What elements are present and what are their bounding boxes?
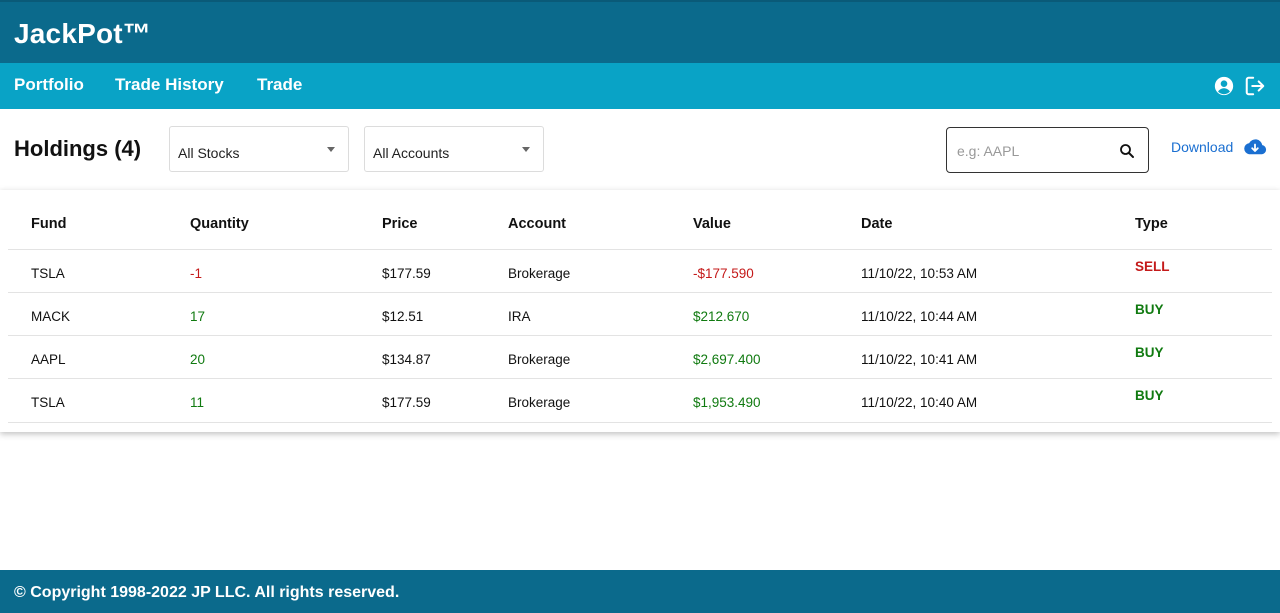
fund-cell: AAPL xyxy=(31,352,66,367)
table-row: TSLA -1 $177.59 Brokerage -$177.590 11/1… xyxy=(8,250,1272,293)
quantity-cell: 17 xyxy=(190,309,206,324)
accounts-filter-value: All Accounts xyxy=(373,145,450,161)
caret-down-icon xyxy=(522,147,530,152)
download-button[interactable]: Download xyxy=(1171,139,1267,155)
type-badge: SELL xyxy=(1135,259,1170,274)
holdings-table: Fund Quantity Price Account Value Date T… xyxy=(0,190,1280,432)
value-cell: $212.670 xyxy=(693,309,750,324)
fund-cell: MACK xyxy=(31,309,71,324)
download-label: Download xyxy=(1171,139,1234,155)
nav-item-trade-history[interactable]: Trade History xyxy=(115,75,224,95)
search-input[interactable] xyxy=(955,140,1109,162)
column-header-value[interactable]: Value xyxy=(693,216,731,232)
account-cell: Brokerage xyxy=(508,266,571,281)
user-circle-icon[interactable] xyxy=(1213,75,1235,97)
column-header-account[interactable]: Account xyxy=(508,216,566,232)
table-row: TSLA 11 $177.59 Brokerage $1,953.490 11/… xyxy=(8,379,1272,423)
table-header-row: Fund Quantity Price Account Value Date T… xyxy=(8,190,1272,250)
search-box xyxy=(946,127,1149,173)
accounts-filter-select[interactable]: All Accounts xyxy=(364,126,544,172)
account-cell: Brokerage xyxy=(508,395,571,410)
type-badge: BUY xyxy=(1135,388,1164,403)
column-header-date[interactable]: Date xyxy=(861,216,892,232)
column-header-fund[interactable]: Fund xyxy=(31,216,66,232)
app-brand: JackPot™ xyxy=(14,18,151,49)
page-title: Holdings (4) xyxy=(14,136,142,161)
quantity-cell: 20 xyxy=(190,352,206,367)
date-cell: 11/10/22, 10:53 AM xyxy=(861,266,978,281)
value-cell: $2,697.400 xyxy=(693,352,761,367)
cloud-download-icon xyxy=(1244,139,1267,155)
type-badge: BUY xyxy=(1135,302,1164,317)
price-cell: $177.59 xyxy=(382,266,431,281)
date-cell: 11/10/22, 10:41 AM xyxy=(861,352,978,367)
footer: © Copyright 1998-2022 JP LLC. All rights… xyxy=(0,570,1280,613)
caret-down-icon xyxy=(327,147,335,152)
column-header-price[interactable]: Price xyxy=(382,216,417,232)
price-cell: $177.59 xyxy=(382,395,431,410)
fund-cell: TSLA xyxy=(31,266,65,281)
logout-icon[interactable] xyxy=(1244,75,1266,97)
type-badge: BUY xyxy=(1135,345,1164,360)
table-row: MACK 17 $12.51 IRA $212.670 11/10/22, 10… xyxy=(8,293,1272,336)
fund-cell: TSLA xyxy=(31,395,65,410)
stocks-filter-value: All Stocks xyxy=(178,145,240,161)
search-icon[interactable] xyxy=(1118,142,1136,160)
table-row: AAPL 20 $134.87 Brokerage $2,697.400 11/… xyxy=(8,336,1272,379)
quantity-cell: 11 xyxy=(190,395,205,410)
date-cell: 11/10/22, 10:40 AM xyxy=(861,395,978,410)
app-header: JackPot™ xyxy=(0,0,1280,63)
nav-item-trade[interactable]: Trade xyxy=(257,75,302,95)
account-cell: Brokerage xyxy=(508,352,571,367)
date-cell: 11/10/22, 10:44 AM xyxy=(861,309,978,324)
value-cell: -$177.590 xyxy=(693,266,754,281)
column-header-type[interactable]: Type xyxy=(1135,216,1168,232)
copyright-text: © Copyright 1998-2022 JP LLC. All rights… xyxy=(14,584,400,601)
account-cell: IRA xyxy=(508,309,531,324)
nav-bar: Portfolio Trade History Trade xyxy=(0,63,1280,109)
price-cell: $134.87 xyxy=(382,352,431,367)
value-cell: $1,953.490 xyxy=(693,395,761,410)
price-cell: $12.51 xyxy=(382,309,424,324)
nav-item-portfolio[interactable]: Portfolio xyxy=(14,75,84,95)
column-header-quantity[interactable]: Quantity xyxy=(190,216,249,232)
quantity-cell: -1 xyxy=(190,266,203,281)
stocks-filter-select[interactable]: All Stocks xyxy=(169,126,349,172)
